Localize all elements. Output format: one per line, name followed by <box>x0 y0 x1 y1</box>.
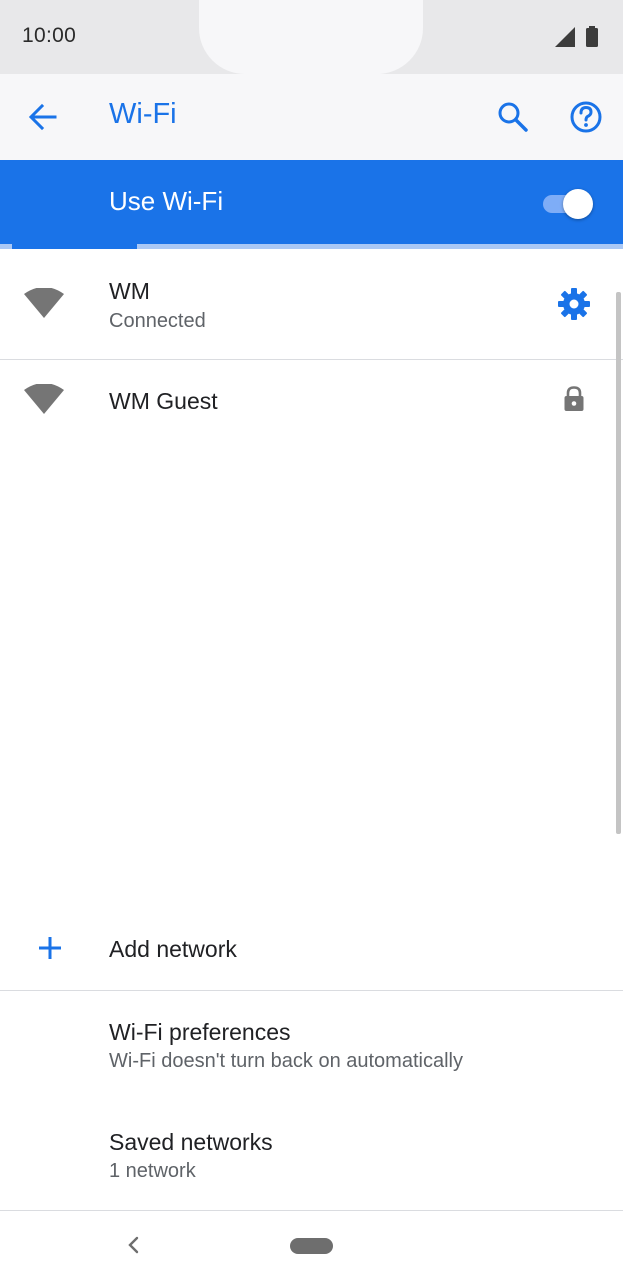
gear-icon[interactable] <box>556 286 592 322</box>
wifi-signal-icon <box>24 288 64 318</box>
search-icon[interactable] <box>490 94 536 140</box>
status-bar: 10:00 <box>0 0 623 74</box>
help-circle-icon[interactable] <box>563 94 609 140</box>
scrollbar[interactable] <box>616 292 621 834</box>
network-name: WM <box>109 278 150 304</box>
saved-networks-summary: 1 network <box>109 1160 196 1182</box>
wifi-signal-icon <box>24 384 64 414</box>
wifi-settings-screen: 10:00 Wi-Fi Use Wi-Fi WM Connected WM Gu… <box>0 0 623 1282</box>
scan-progress-bar <box>0 244 623 249</box>
system-nav-bar <box>0 1211 623 1282</box>
wifi-toggle[interactable] <box>543 188 595 219</box>
status-time: 10:00 <box>22 24 77 47</box>
add-network-row[interactable]: Add network <box>0 910 623 988</box>
scan-progress-fill <box>12 244 137 249</box>
network-row-wm[interactable]: WM Connected <box>0 250 623 358</box>
app-bar: Wi-Fi <box>0 74 623 160</box>
nav-home-pill[interactable] <box>290 1238 333 1254</box>
network-name: WM Guest <box>109 388 218 414</box>
add-network-label: Add network <box>109 936 237 962</box>
use-wifi-switch-bar[interactable]: Use Wi-Fi <box>0 160 623 244</box>
status-icons <box>555 26 598 47</box>
saved-networks-title: Saved networks <box>109 1129 273 1155</box>
battery-icon <box>586 28 598 47</box>
network-row-wm-guest[interactable]: WM Guest <box>0 360 623 440</box>
saved-networks-row[interactable]: Saved networks 1 network <box>0 1101 623 1209</box>
network-status: Connected <box>109 310 206 332</box>
wifi-preferences-summary: Wi-Fi doesn't turn back on automatically <box>109 1050 463 1072</box>
use-wifi-label: Use Wi-Fi <box>109 186 224 216</box>
cell-signal-icon <box>555 27 575 47</box>
wifi-preferences-row[interactable]: Wi-Fi preferences Wi-Fi doesn't turn bac… <box>0 991 623 1099</box>
arrow-back-icon[interactable] <box>20 94 66 140</box>
plus-icon <box>39 937 61 959</box>
nav-back-icon[interactable] <box>122 1233 146 1257</box>
wifi-preferences-title: Wi-Fi preferences <box>109 1019 291 1045</box>
toggle-thumb <box>563 189 593 219</box>
display-notch <box>199 0 423 74</box>
lock-icon <box>564 386 584 411</box>
page-title: Wi-Fi <box>109 98 177 130</box>
